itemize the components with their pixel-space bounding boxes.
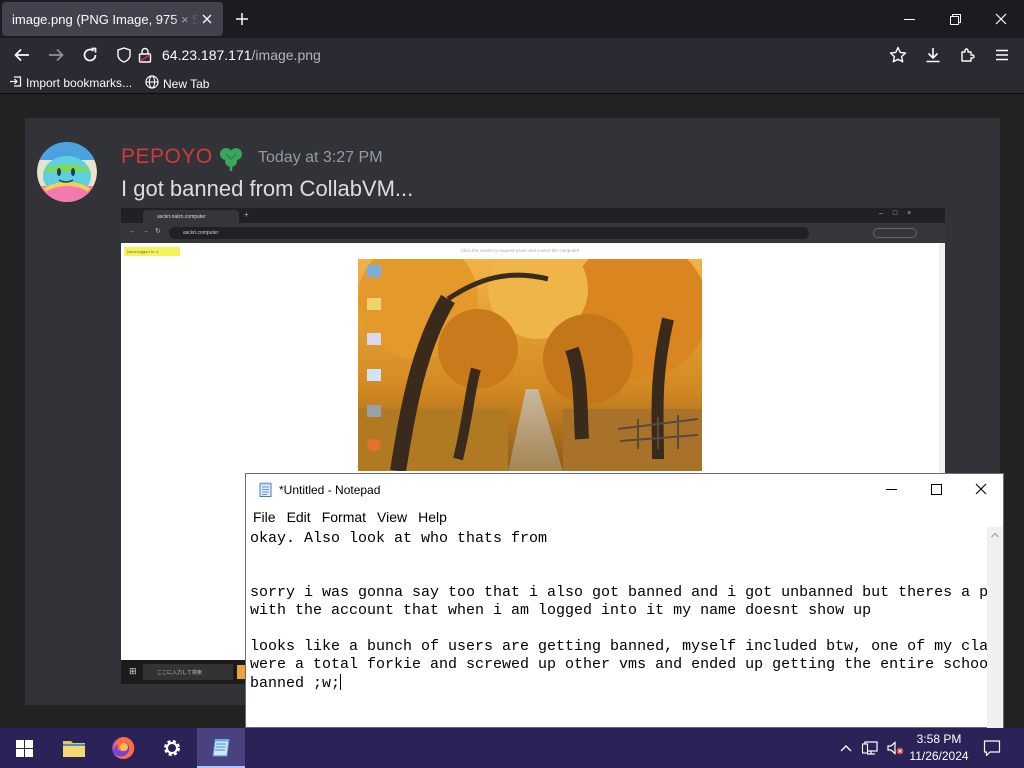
back-button[interactable] <box>8 41 36 69</box>
embedded-tab: asckri.nalzn.computer <box>143 210 239 223</box>
notepad-menubar: File Edit Format View Help <box>246 505 1003 527</box>
text-line: were a total forkie and screwed up other… <box>250 656 987 673</box>
minimize-window-button[interactable] <box>886 0 932 38</box>
notepad-close-button[interactable] <box>959 474 1003 504</box>
embedded-desktop-icon <box>367 333 381 345</box>
embedded-address-bar: asckri.computer <box>169 227 809 239</box>
message-text: I got banned from CollabVM... <box>121 176 414 201</box>
file-explorer-button[interactable] <box>50 728 98 768</box>
embedded-desktop-icon <box>367 439 381 451</box>
text-line <box>250 548 987 566</box>
close-window-button[interactable] <box>978 0 1024 38</box>
windows-logo-icon <box>15 739 33 757</box>
menu-view[interactable]: View <box>377 505 414 527</box>
tab-title: image.png (PNG Image, 975 × 587 pixels) <box>12 11 199 27</box>
restore-window-button[interactable] <box>932 0 978 38</box>
notepad-taskbar-button[interactable] <box>197 728 245 768</box>
notepad-window[interactable]: *Untitled - Notepad File Edit Format Vie… <box>245 473 1004 728</box>
bookmark-import[interactable]: Import bookmarks... <box>9 75 132 91</box>
bookmark-star-icon[interactable] <box>884 41 912 69</box>
text-line: banned ;w; <box>250 675 341 692</box>
reload-button[interactable] <box>76 41 104 69</box>
text-line <box>250 620 987 638</box>
bookmarks-toolbar: Import bookmarks... New Tab <box>0 72 1024 94</box>
folder-icon <box>63 741 85 757</box>
clock-date: 11/26/2024 <box>909 749 969 763</box>
vm-desktop-screen <box>358 239 708 473</box>
menu-file[interactable]: File <box>253 505 283 527</box>
embedded-desktop-icon <box>367 265 381 277</box>
notepad-minimize-button[interactable] <box>869 474 913 504</box>
new-tab-button[interactable] <box>232 9 252 29</box>
bookmark-new-tab[interactable]: New Tab <box>145 75 209 92</box>
text-caret <box>340 674 342 690</box>
url-text[interactable]: 64.23.187.171/image.png <box>162 47 321 63</box>
notepad-title: *Untitled - Notepad <box>279 483 381 497</box>
lock-icon[interactable] <box>138 47 152 68</box>
embedded-hint: Click the screen to request a turn and c… <box>461 248 580 253</box>
notepad-text-area[interactable]: okay. Also look at who thats from sorry … <box>246 527 987 728</box>
bookmark-label: New Tab <box>163 76 210 91</box>
clock-time: 3:58 PM <box>916 732 962 746</box>
browser-tab[interactable]: image.png (PNG Image, 975 × 587 pixels) <box>2 2 223 36</box>
firefox-button[interactable] <box>99 728 147 768</box>
message-timestamp: Today at 3:27 PM <box>258 149 383 166</box>
menu-edit[interactable]: Edit <box>287 505 318 527</box>
notepad-scrollbar[interactable] <box>987 527 1003 728</box>
avatar <box>37 142 97 202</box>
windows-taskbar: 3:58 PM 11/26/2024 <box>0 728 1024 768</box>
firefox-icon <box>112 736 135 759</box>
start-button[interactable] <box>0 728 48 768</box>
embedded-search-box: ここに入力して検索 <box>143 664 233 680</box>
notepad-maximize-button[interactable] <box>914 474 958 504</box>
text-line: okay. Also look at who thats from <box>250 530 548 547</box>
menu-help[interactable]: Help <box>418 505 454 527</box>
url-path: /image.png <box>251 47 321 63</box>
embedded-notice: (view-logged in: 4 <box>124 247 180 256</box>
bookmark-label: Import bookmarks... <box>26 76 133 90</box>
forward-button[interactable] <box>42 41 70 69</box>
clover-badge-icon <box>217 144 245 172</box>
scroll-up-icon <box>991 532 999 538</box>
embedded-new-tab-icon: + <box>244 210 249 219</box>
menu-format[interactable]: Format <box>322 505 373 527</box>
tab-close-icon[interactable] <box>199 11 215 27</box>
globe-icon <box>145 75 159 92</box>
text-line: with the account that when i am logged i… <box>250 602 872 619</box>
text-line-last: banned ;w; <box>250 674 987 693</box>
show-hidden-icons-chevron-icon[interactable] <box>836 728 856 768</box>
embedded-profile-chip <box>873 228 917 238</box>
tab-bar: image.png (PNG Image, 975 × 587 pixels) <box>0 0 1024 38</box>
embedded-desktop-icon <box>367 405 381 417</box>
notepad-app-icon <box>258 482 274 498</box>
username[interactable]: PEPOYO <box>121 145 213 169</box>
gear-icon <box>164 740 180 756</box>
taskbar-clock[interactable]: 3:58 PM 11/26/2024 <box>902 731 976 765</box>
text-line <box>250 566 987 584</box>
extensions-icon[interactable] <box>953 41 981 69</box>
navigation-toolbar: 64.23.187.171/image.png <box>0 38 1024 72</box>
text-line: looks like a bunch of users are getting … <box>250 638 987 655</box>
embedded-nav-icons: ←→↻ <box>129 228 167 235</box>
settings-button[interactable] <box>148 728 196 768</box>
import-icon <box>9 75 22 91</box>
shield-icon[interactable] <box>116 47 132 68</box>
menu-hamburger-icon[interactable] <box>988 41 1016 69</box>
url-bar[interactable]: 64.23.187.171/image.png <box>108 41 880 69</box>
text-line: sorry i was gonna say too that i also go… <box>250 584 987 601</box>
url-host: 64.23.187.171 <box>162 47 252 63</box>
embedded-toolbar: ←→↻ asckri.computer <box>121 223 945 243</box>
downloads-icon[interactable] <box>919 41 947 69</box>
embedded-windows-icon: ⊞ <box>129 666 137 676</box>
embedded-tab-bar: asckri.nalzn.computer + –□× <box>121 208 945 223</box>
embedded-desktop-icon <box>367 369 381 381</box>
notifications-icon[interactable] <box>978 728 1006 768</box>
network-icon[interactable] <box>860 728 882 768</box>
notepad-icon <box>212 739 230 757</box>
embedded-window-controls-icon: –□× <box>879 210 922 217</box>
embedded-desktop-icon <box>367 298 381 310</box>
notepad-titlebar[interactable]: *Untitled - Notepad <box>246 474 1003 505</box>
